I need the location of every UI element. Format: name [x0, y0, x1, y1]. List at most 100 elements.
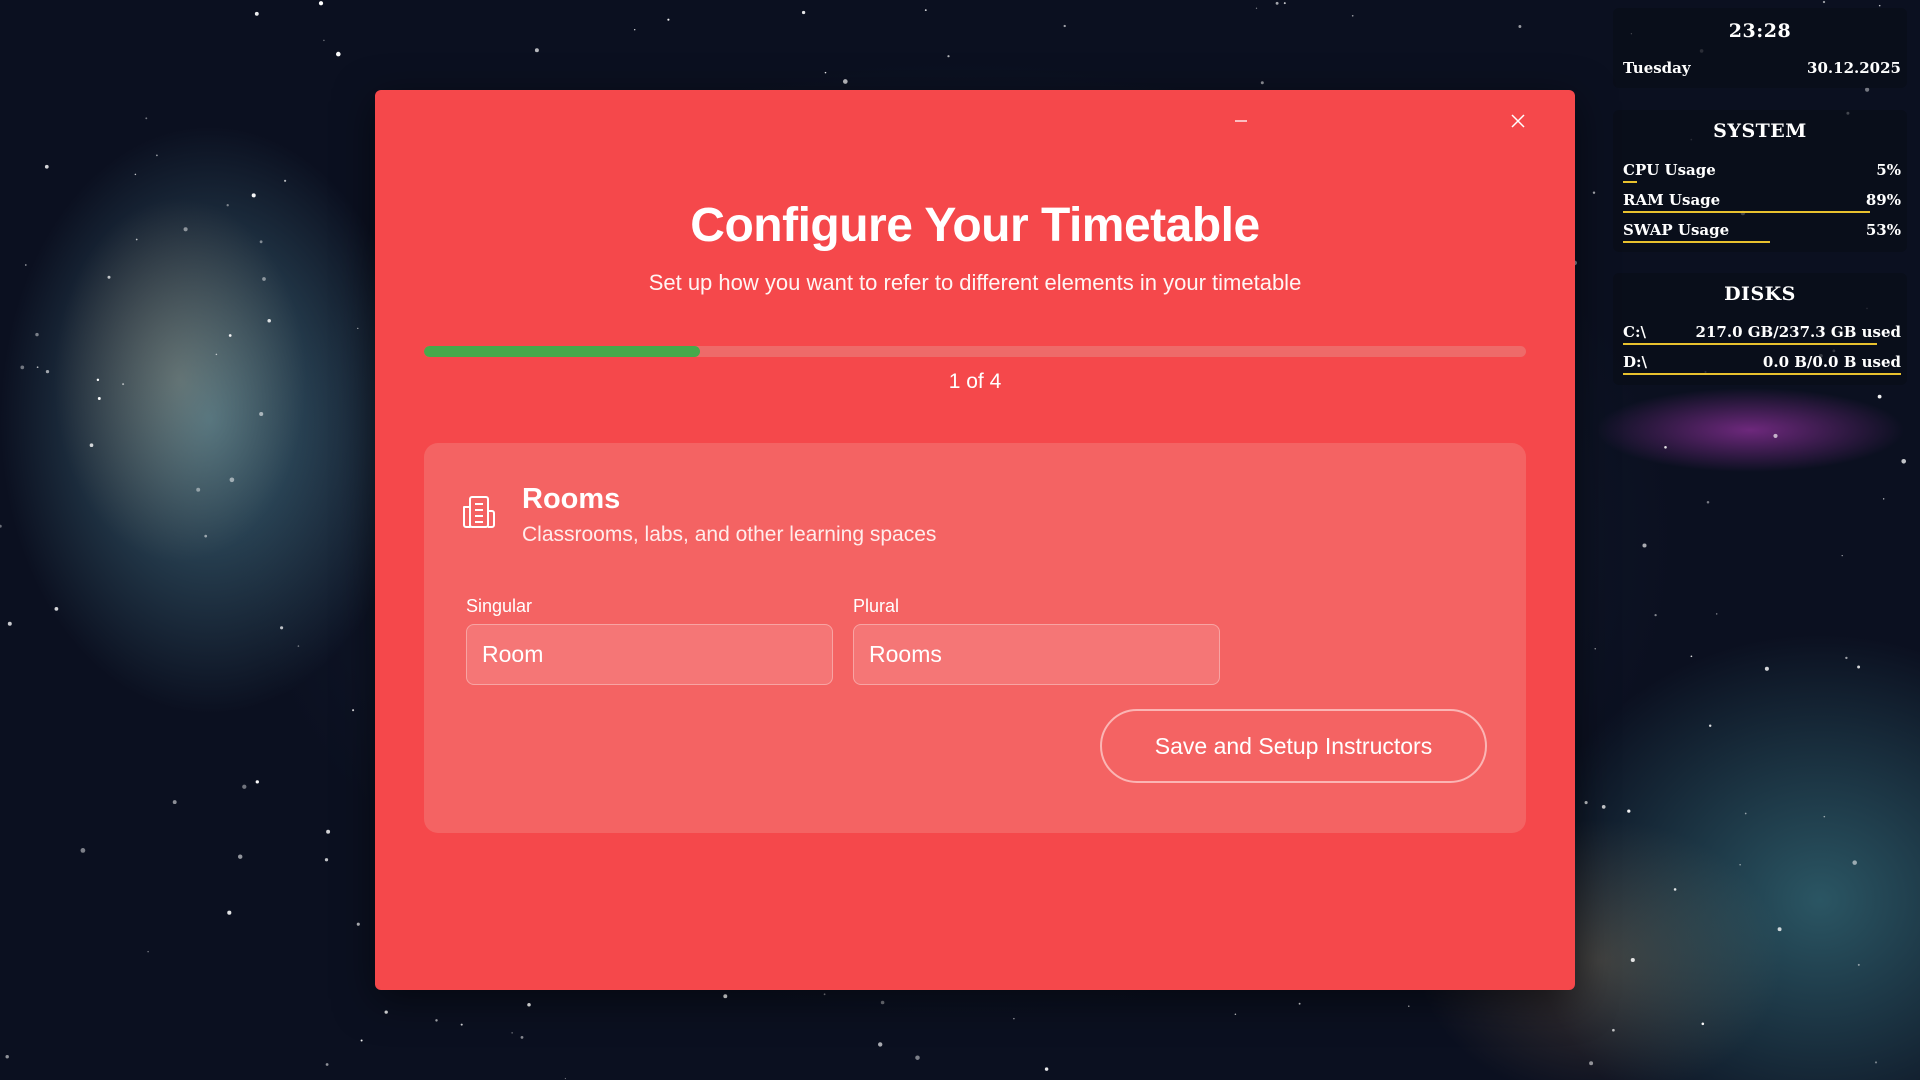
star: [1518, 25, 1522, 28]
star: [107, 275, 111, 279]
star: [520, 1036, 524, 1039]
star: [35, 332, 39, 337]
star: [215, 353, 218, 356]
star: [255, 780, 259, 784]
save-and-setup-instructors-button[interactable]: Save and Setup Instructors: [1100, 709, 1487, 783]
star: [323, 39, 325, 42]
plural-label: Plural: [853, 596, 900, 616]
star: [824, 71, 827, 74]
star: [1690, 655, 1693, 658]
progress-fill: [424, 346, 700, 357]
star: [145, 117, 148, 120]
cpu-usage-bar: [1623, 181, 1637, 183]
star: [1601, 805, 1606, 809]
star: [633, 28, 636, 31]
star: [1874, 1061, 1878, 1064]
star: [1275, 1, 1279, 5]
star: [336, 51, 341, 57]
clock-widget: 23:28 Tuesday 30.12.2025: [1613, 8, 1907, 88]
star: [280, 626, 284, 630]
star: [723, 994, 728, 999]
star: [259, 240, 263, 244]
cpu-usage-row: CPU Usage 5%: [1623, 161, 1901, 179]
building-icon: [463, 496, 495, 528]
disk-c-row: C:\ 217.0 GB/237.3 GB used: [1623, 323, 1901, 341]
star: [527, 1002, 531, 1007]
star: [1589, 1061, 1594, 1066]
star: [44, 164, 49, 169]
star: [54, 607, 59, 611]
star: [172, 800, 177, 805]
star: [823, 993, 826, 996]
star: [262, 277, 266, 281]
clock-date: 30.12.2025: [1807, 59, 1901, 77]
star: [1877, 394, 1882, 399]
star: [284, 179, 287, 182]
star: [228, 334, 232, 337]
clock-day: Tuesday: [1623, 59, 1691, 77]
cpu-usage-value: 5%: [1876, 161, 1901, 179]
swap-usage-bar: [1623, 241, 1770, 243]
star: [324, 858, 329, 862]
disk-c-bar: [1623, 343, 1877, 345]
star: [1715, 613, 1718, 615]
star: [1883, 498, 1885, 500]
swap-usage-row: SWAP Usage 53%: [1623, 221, 1901, 239]
configure-timetable-dialog: Configure Your Timetable Set up how you …: [375, 90, 1575, 990]
ram-usage-row: RAM Usage 89%: [1623, 191, 1901, 209]
star: [1664, 446, 1667, 449]
star: [259, 411, 264, 417]
star: [318, 1, 324, 6]
star: [1592, 191, 1596, 194]
star: [227, 910, 232, 915]
star: [1739, 864, 1741, 866]
star: [226, 204, 229, 207]
star: [20, 365, 25, 370]
star: [1773, 433, 1778, 438]
star: [1852, 860, 1857, 865]
star: [325, 1063, 329, 1066]
star: [204, 534, 208, 538]
swap-usage-value: 53%: [1865, 221, 1901, 239]
disk-c-label: C:\: [1623, 323, 1646, 341]
swap-usage-label: SWAP Usage: [1623, 221, 1730, 239]
page-subtitle: Set up how you want to refer to differen…: [648, 270, 1302, 295]
star: [183, 227, 188, 232]
star: [1822, 0, 1826, 4]
star: [1708, 724, 1712, 727]
star: [1701, 1022, 1705, 1026]
star: [196, 487, 201, 492]
minimize-button[interactable]: [1218, 104, 1264, 138]
plural-input[interactable]: [853, 624, 1220, 685]
star: [297, 645, 300, 647]
star: [1283, 2, 1286, 5]
star: [1063, 24, 1066, 28]
star: [80, 848, 86, 853]
star: [1744, 812, 1747, 815]
disk-c-value: 217.0 GB/237.3 GB used: [1695, 323, 1901, 341]
star: [97, 397, 101, 400]
cpu-usage-label: CPU Usage: [1623, 161, 1716, 179]
star: [1857, 665, 1861, 669]
disk-d-bar: [1623, 373, 1901, 375]
star: [842, 79, 848, 84]
star: [1627, 809, 1631, 813]
star: [1255, 7, 1258, 9]
system-widget: SYSTEM CPU Usage 5% RAM Usage 89% SWAP U…: [1613, 110, 1907, 252]
star: [511, 1032, 513, 1034]
disk-d-value: 0.0 B/0.0 B used: [1762, 353, 1901, 371]
singular-input[interactable]: [466, 624, 833, 685]
star: [1901, 458, 1907, 464]
star: [801, 10, 806, 15]
star: [878, 1042, 883, 1047]
star: [156, 154, 158, 157]
close-icon: [1511, 114, 1525, 128]
star: [267, 319, 271, 323]
close-button[interactable]: [1495, 104, 1541, 138]
star: [147, 950, 149, 953]
star: [1845, 656, 1848, 660]
disks-widget: DISKS C:\ 217.0 GB/237.3 GB used D:\ 0.0…: [1613, 273, 1907, 385]
star: [1612, 1028, 1615, 1032]
star: [435, 1019, 438, 1022]
star: [1865, 87, 1870, 92]
